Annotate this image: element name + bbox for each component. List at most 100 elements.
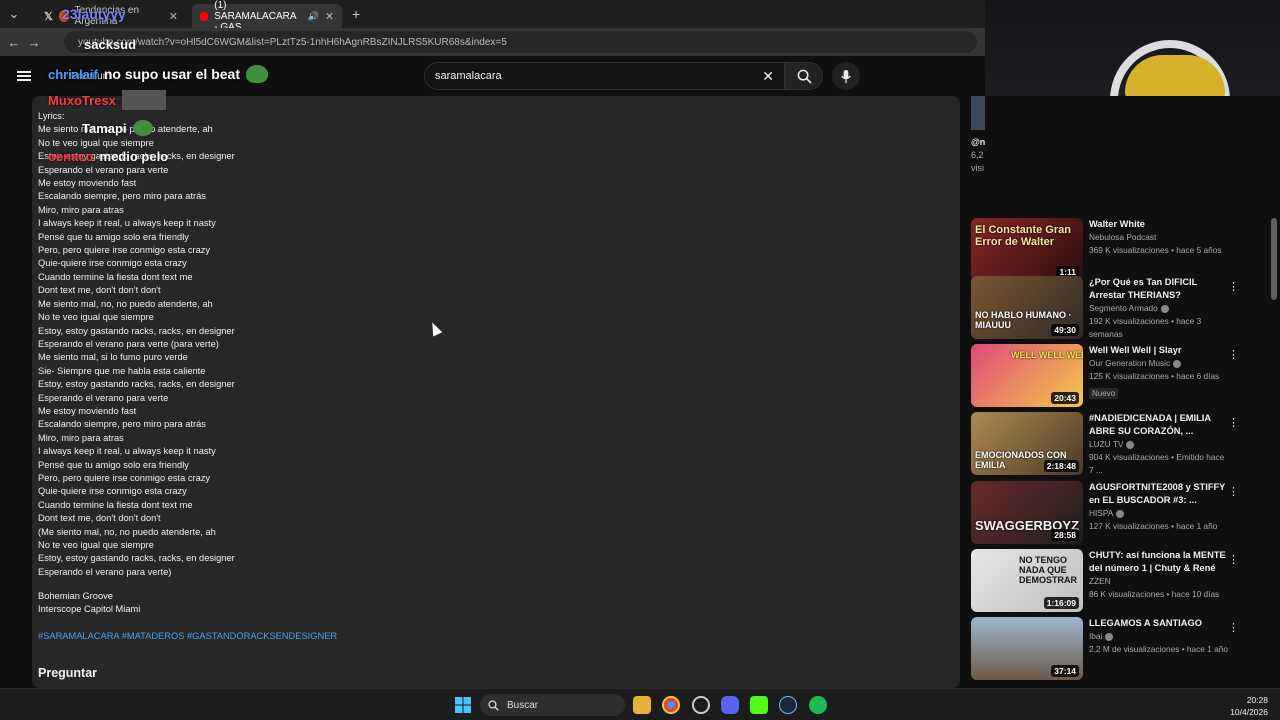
windows-start-icon[interactable]	[455, 697, 471, 713]
more-options-icon[interactable]: ⋮	[1228, 485, 1239, 498]
lyric-line: Dont text me, don't don't don't	[38, 285, 161, 296]
back-icon[interactable]: ←	[4, 35, 24, 50]
kick-icon[interactable]	[750, 696, 768, 714]
clock-date: 10/4/2026	[1230, 707, 1268, 717]
stream-chat-overlay: 23lautyyy sacksud chrialaif no supo usar…	[48, 6, 268, 170]
video-title[interactable]: Well Well Well | Slayr	[1089, 344, 1229, 357]
taskbar-search[interactable]: Buscar	[480, 694, 625, 716]
sidebar-peek-meta: @n 6,2 visi	[971, 136, 985, 175]
verified-icon	[1116, 509, 1125, 518]
duration-badge: 49:30	[1051, 324, 1079, 336]
video-meta: 125 K visualizaciones • hace 6 días	[1089, 371, 1220, 381]
lyrics-block: Lyrics: Me siento mal, no, no puedo aten…	[38, 110, 235, 579]
peek-text: @n	[971, 137, 986, 147]
tab-list-icon[interactable]: ⌄	[4, 6, 24, 22]
lyric-line: Esperando el verano para verte)	[38, 566, 172, 577]
channel-row: LUZU TV	[1089, 438, 1229, 451]
close-tab-icon[interactable]: ✕	[325, 10, 334, 23]
system-clock[interactable]: 20:28 10/4/2026	[1230, 694, 1268, 718]
lyric-line: (Me siento mal, no, no puedo atenderte, …	[38, 526, 216, 537]
video-thumbnail[interactable]: EMOCIONADOS CON EMILIA 2:18:48	[971, 412, 1083, 475]
channel-name[interactable]: Our Generation Music	[1089, 358, 1170, 368]
recommended-video[interactable]: 37:14 LLEGAMOS A SANTIAGO Ibai 2,2 M de …	[971, 617, 1271, 681]
video-title[interactable]: CHUTY: así funciona la MENTE del número …	[1089, 549, 1229, 575]
lyric-line: Pero, pero quiere irse conmigo esta craz…	[38, 245, 211, 256]
discord-icon[interactable]	[721, 696, 739, 714]
lyric-line: Me estoy moviendo fast	[38, 178, 137, 189]
chat-username: MuxoTresx	[48, 92, 116, 108]
recommended-video[interactable]: EMOCIONADOS CON EMILIA 2:18:48 #NADIEDIC…	[971, 412, 1271, 476]
recommended-video[interactable]: WELL WELL WELL 20:43 Well Well Well | Sl…	[971, 344, 1271, 408]
video-title[interactable]: Walter White	[1089, 218, 1229, 231]
clock-time: 20:28	[1246, 695, 1268, 705]
recommended-video[interactable]: SWAGGERBOYZ 28:58 AGUSFORTNITE2008 y STI…	[971, 481, 1271, 545]
recommended-video[interactable]: NO TENGO NADA QUE DEMOSTRAR 1:16:09 CHUT…	[971, 549, 1271, 613]
video-title[interactable]: AGUSFORTNITE2008 y STIFFY en EL BUSCADOR…	[1089, 481, 1229, 507]
more-options-icon[interactable]: ⋮	[1228, 416, 1239, 429]
channel-name[interactable]: Segmento Armado	[1089, 303, 1158, 313]
chat-message: 23lautyyy	[62, 0, 268, 28]
lyric-line: Cuando termine la fiesta dont text me	[38, 271, 193, 282]
search-button[interactable]	[785, 62, 823, 90]
new-tab-button[interactable]: +	[352, 6, 360, 22]
lyric-line: Me estoy moviendo fast	[38, 405, 137, 416]
video-title[interactable]: #NADIEDICENADA | EMILIA ABRE SU CORAZÓN,…	[1089, 412, 1229, 438]
more-options-icon[interactable]: ⋮	[1228, 621, 1239, 634]
clear-search-icon[interactable]: ✕	[762, 68, 774, 85]
channel-row: Ibai	[1089, 630, 1229, 643]
channel-name[interactable]: LUZU TV	[1089, 439, 1123, 449]
verified-icon	[1126, 440, 1135, 449]
lyric-line: Sie- Siempre que me habla esta caliente	[38, 365, 206, 376]
thumbnail-text: WELL WELL WELL	[1011, 350, 1083, 360]
video-thumbnail[interactable]: 37:14	[971, 617, 1083, 680]
spotify-icon[interactable]	[809, 696, 827, 714]
video-title[interactable]: LLEGAMOS A SANTIAGO	[1089, 617, 1229, 630]
verified-icon	[1160, 304, 1169, 313]
duration-badge: 1:16:09	[1043, 597, 1079, 609]
steam-icon[interactable]	[779, 696, 797, 714]
pepe-emote-icon	[246, 65, 268, 83]
lyric-line: Miro, miro para atras	[38, 204, 124, 215]
recommended-video[interactable]: El Constante Gran Error de Walter 1:11 W…	[971, 218, 1271, 282]
search-value: saramalacara	[435, 70, 502, 82]
chrome-icon[interactable]	[662, 696, 680, 714]
video-thumbnail[interactable]: El Constante Gran Error de Walter 1:11	[971, 218, 1083, 281]
file-explorer-icon[interactable]	[633, 696, 651, 714]
sidebar-peek-thumb	[971, 96, 985, 130]
chat-username: Tamapi	[82, 120, 127, 136]
video-thumbnail[interactable]: SWAGGERBOYZ 28:58	[971, 481, 1083, 544]
hamburger-menu-icon[interactable]	[17, 71, 31, 81]
search-input[interactable]: saramalacara ✕	[424, 62, 785, 90]
voice-search-button[interactable]	[832, 62, 860, 90]
channel-name[interactable]: Nebulosa Podcast	[1089, 231, 1229, 244]
chat-username: 23lautyyy	[62, 6, 126, 22]
lyric-line: Pero, pero quiere irse conmigo esta craz…	[38, 472, 211, 483]
more-options-icon[interactable]: ⋮	[1228, 553, 1239, 566]
hashtags-links[interactable]: #SARAMALACARA #MATADEROS #GASTANDORACKSE…	[38, 631, 337, 641]
video-thumbnail[interactable]: NO TENGO NADA QUE DEMOSTRAR 1:16:09	[971, 549, 1083, 612]
credit-line: Interscope Capitol Miami	[38, 604, 141, 615]
lyric-line: Escalando siempre, pero miro para atrás	[38, 191, 206, 202]
channel-name[interactable]: ZZEN	[1089, 575, 1229, 588]
video-thumbnail[interactable]: NO HABLO HUMANO · MIAUUU 49:30	[971, 276, 1083, 339]
channel-name[interactable]: Ibai	[1089, 631, 1102, 641]
pepe-emote-icon	[132, 120, 153, 136]
speaker-icon[interactable]: 🔊	[308, 11, 319, 22]
sidebar-scrollbar[interactable]	[1271, 218, 1277, 300]
more-options-icon[interactable]: ⋮	[1228, 348, 1239, 361]
more-options-icon[interactable]: ⋮	[1228, 280, 1239, 293]
channel-name[interactable]: HISPA	[1089, 508, 1113, 518]
forward-icon[interactable]: →	[24, 35, 44, 50]
video-thumbnail[interactable]: WELL WELL WELL 20:43	[971, 344, 1083, 407]
video-info: #NADIEDICENADA | EMILIA ABRE SU CORAZÓN,…	[1089, 412, 1229, 476]
duration-badge: 37:14	[1051, 665, 1079, 677]
verified-icon	[1105, 632, 1114, 641]
lyric-line: Estoy, estoy gastando racks, racks, en d…	[38, 379, 235, 390]
chat-message: chrialaif no supo usar el beat	[48, 60, 268, 88]
recommended-video[interactable]: NO HABLO HUMANO · MIAUUU 49:30 ¿Por Qué …	[971, 276, 1271, 340]
video-title[interactable]: ¿Por Qué es Tan DIFICIL Arrestar THERIAN…	[1089, 276, 1229, 302]
new-badge: Nuevo	[1089, 388, 1119, 399]
settings-app-icon[interactable]	[692, 696, 710, 714]
video-meta: 369 K visualizaciones • hace 5 años	[1089, 245, 1222, 255]
chat-username: sacksud	[84, 36, 137, 52]
